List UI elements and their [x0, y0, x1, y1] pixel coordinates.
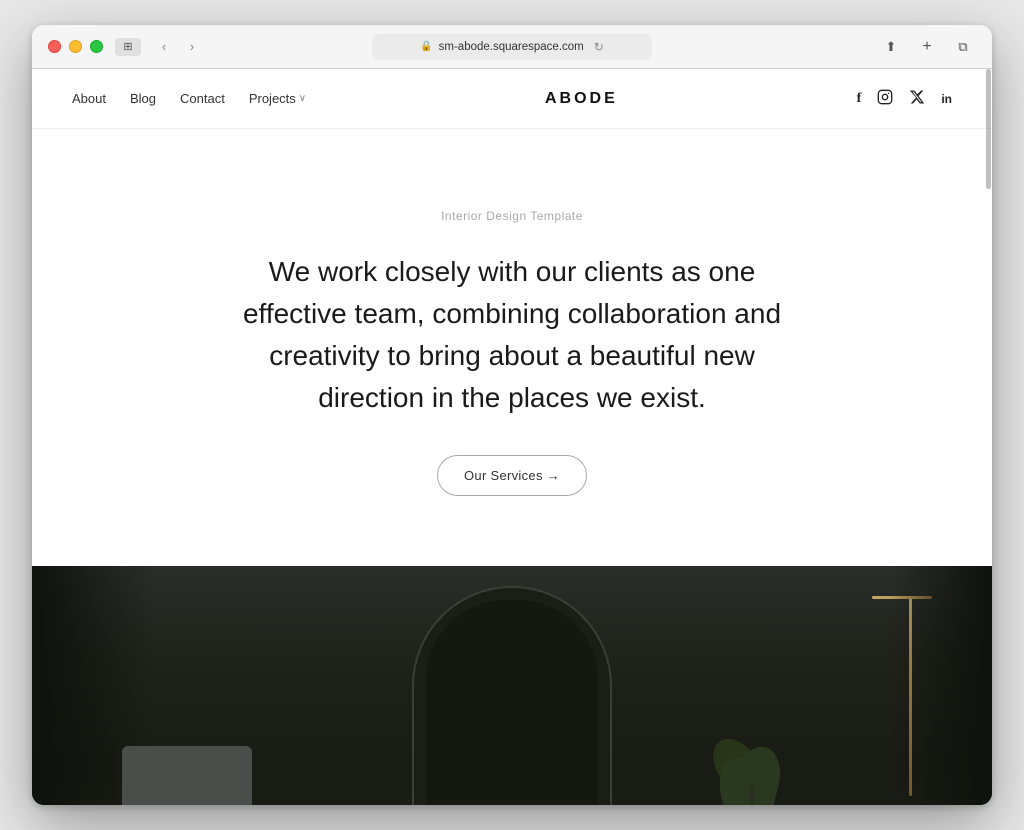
nav-projects[interactable]: Projects ∨: [249, 91, 306, 106]
fullscreen-button[interactable]: [90, 40, 103, 53]
facebook-icon[interactable]: f: [857, 91, 862, 107]
plant: [712, 726, 792, 805]
minimize-button[interactable]: [69, 40, 82, 53]
website: About Blog Contact Projects ∨ ABODE f: [32, 69, 992, 805]
site-nav: About Blog Contact Projects ∨ ABODE f: [32, 69, 992, 129]
back-button[interactable]: ‹: [151, 38, 177, 56]
close-button[interactable]: [48, 40, 61, 53]
sidebar-toggle[interactable]: ⊞: [115, 38, 141, 56]
scrollbar[interactable]: [984, 69, 992, 805]
hero-subtitle: Interior Design Template: [441, 209, 583, 223]
address-bar[interactable]: 🔒 sm-abode.squarespace.com ↻: [372, 34, 652, 60]
title-bar: ⊞ ‹ › 🔒 sm-abode.squarespace.com ↻ ⬆ + ⧉: [32, 25, 992, 69]
nav-buttons: ‹ ›: [151, 38, 205, 56]
right-shadow: [892, 566, 992, 805]
chair: [92, 716, 292, 805]
hero-section: Interior Design Template We work closely…: [32, 129, 992, 566]
hero-headline: We work closely with our clients as one …: [232, 251, 792, 419]
forward-button[interactable]: ›: [179, 38, 205, 56]
arch-mirror: [412, 586, 612, 805]
url-text: sm-abode.squarespace.com: [439, 41, 584, 53]
new-tab-button[interactable]: +: [914, 38, 940, 56]
cta-button[interactable]: Our Services →: [437, 455, 587, 496]
plant-stem: [750, 786, 754, 805]
instagram-icon[interactable]: [877, 89, 893, 108]
nav-projects-label: Projects: [249, 91, 296, 106]
refresh-icon[interactable]: ↻: [594, 40, 604, 54]
linkedin-icon[interactable]: in: [941, 92, 952, 106]
browser-controls: ⊞ ‹ ›: [115, 38, 205, 56]
share-button[interactable]: ⬆: [878, 38, 904, 56]
arch-inner: [426, 600, 598, 805]
lock-icon: 🔒: [420, 41, 432, 52]
nav-about[interactable]: About: [72, 91, 106, 106]
traffic-lights: [48, 40, 103, 53]
duplicate-button[interactable]: ⧉: [950, 38, 976, 56]
nav-blog[interactable]: Blog: [130, 91, 156, 106]
chevron-down-icon: ∨: [299, 93, 306, 104]
dark-image-section: [32, 566, 992, 805]
nav-contact[interactable]: Contact: [180, 91, 225, 106]
mac-window: ⊞ ‹ › 🔒 sm-abode.squarespace.com ↻ ⬆ + ⧉: [32, 25, 992, 805]
nav-center: ABODE: [306, 90, 857, 108]
nav-right: f in: [857, 89, 952, 108]
chair-back: [122, 746, 252, 805]
dark-section-inner: [32, 566, 992, 805]
twitter-icon[interactable]: [909, 89, 925, 108]
nav-left: About Blog Contact Projects ∨: [72, 91, 306, 106]
scrollbar-thumb[interactable]: [986, 69, 991, 189]
site-logo[interactable]: ABODE: [545, 90, 618, 108]
title-bar-right: ⬆ + ⧉: [878, 38, 976, 56]
browser-content: About Blog Contact Projects ∨ ABODE f: [32, 69, 992, 805]
